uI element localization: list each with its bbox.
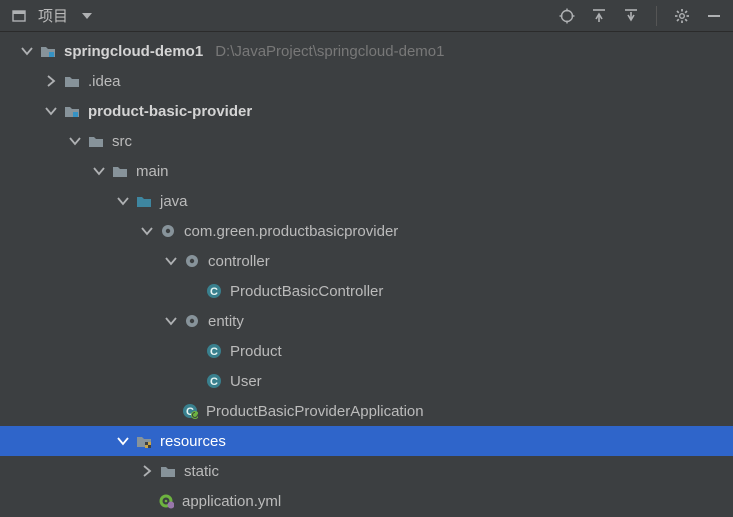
tree-row-productbasiccontroller[interactable]: ProductBasicController (0, 276, 733, 306)
node-label: controller (204, 253, 270, 270)
expand-all-icon[interactable] (588, 5, 610, 27)
package-icon (158, 223, 178, 239)
source-folder-icon (134, 193, 154, 209)
package-icon (182, 313, 202, 329)
spring-config-icon (156, 493, 176, 509)
tree-row-java[interactable]: java (0, 186, 733, 216)
tree-row-package[interactable]: com.green.productbasicprovider (0, 216, 733, 246)
tree-row-user[interactable]: User (0, 366, 733, 396)
module-icon (62, 103, 82, 119)
node-label: springcloud-demo1 (60, 43, 203, 60)
node-label: User (226, 373, 262, 390)
chevron-down-icon[interactable] (162, 314, 180, 328)
project-toolbar: 项目 (0, 0, 733, 32)
node-label: entity (204, 313, 244, 330)
node-label: .idea (84, 73, 121, 90)
chevron-down-icon[interactable] (42, 104, 60, 118)
tree-row-entity-pkg[interactable]: entity (0, 306, 733, 336)
class-icon (204, 343, 224, 359)
node-label: static (180, 463, 219, 480)
chevron-down-icon[interactable] (138, 224, 156, 238)
node-label: ProductBasicProviderApplication (202, 403, 424, 420)
tree-row-application-yml[interactable]: application.yml (0, 486, 733, 516)
node-label: src (108, 133, 132, 150)
tree-row-src[interactable]: src (0, 126, 733, 156)
node-label: main (132, 163, 169, 180)
tree-row-static[interactable]: static (0, 456, 733, 486)
module-icon (38, 43, 58, 59)
project-tree: springcloud-demo1 D:\JavaProject\springc… (0, 32, 733, 516)
folder-icon (62, 73, 82, 89)
spring-boot-class-icon (180, 403, 200, 419)
toolbar-separator (656, 6, 657, 26)
folder-icon (86, 133, 106, 149)
settings-icon[interactable] (671, 5, 693, 27)
node-label: resources (156, 433, 226, 450)
folder-icon (110, 163, 130, 179)
node-label: application.yml (178, 493, 281, 510)
chevron-right-icon[interactable] (138, 464, 156, 478)
node-label: java (156, 193, 188, 210)
tree-row-controller-pkg[interactable]: controller (0, 246, 733, 276)
chevron-down-icon[interactable] (162, 254, 180, 268)
node-label: com.green.productbasicprovider (180, 223, 398, 240)
node-path: D:\JavaProject\springcloud-demo1 (205, 43, 444, 60)
tree-row-root[interactable]: springcloud-demo1 D:\JavaProject\springc… (0, 36, 733, 66)
class-icon (204, 373, 224, 389)
tree-row-main[interactable]: main (0, 156, 733, 186)
tree-row-resources[interactable]: resources (0, 426, 733, 456)
node-label: ProductBasicController (226, 283, 383, 300)
toolbar-title: 项目 (34, 5, 72, 26)
chevron-down-icon[interactable] (66, 134, 84, 148)
tree-row-product[interactable]: Product (0, 336, 733, 366)
chevron-down-icon[interactable] (18, 44, 36, 58)
resources-folder-icon (134, 433, 154, 449)
tree-row-module[interactable]: product-basic-provider (0, 96, 733, 126)
node-label: Product (226, 343, 282, 360)
chevron-down-icon[interactable] (114, 434, 132, 448)
chevron-right-icon[interactable] (42, 74, 60, 88)
chevron-down-icon[interactable] (90, 164, 108, 178)
tree-row-application[interactable]: ProductBasicProviderApplication (0, 396, 733, 426)
chevron-down-icon[interactable] (114, 194, 132, 208)
package-icon (182, 253, 202, 269)
node-label: product-basic-provider (84, 103, 252, 120)
collapse-all-icon[interactable] (620, 5, 642, 27)
window-icon (8, 5, 30, 27)
class-icon (204, 283, 224, 299)
tree-row-idea[interactable]: .idea (0, 66, 733, 96)
folder-icon (158, 463, 178, 479)
view-dropdown-icon[interactable] (76, 5, 98, 27)
select-opened-file-icon[interactable] (556, 5, 578, 27)
hide-icon[interactable] (703, 5, 725, 27)
